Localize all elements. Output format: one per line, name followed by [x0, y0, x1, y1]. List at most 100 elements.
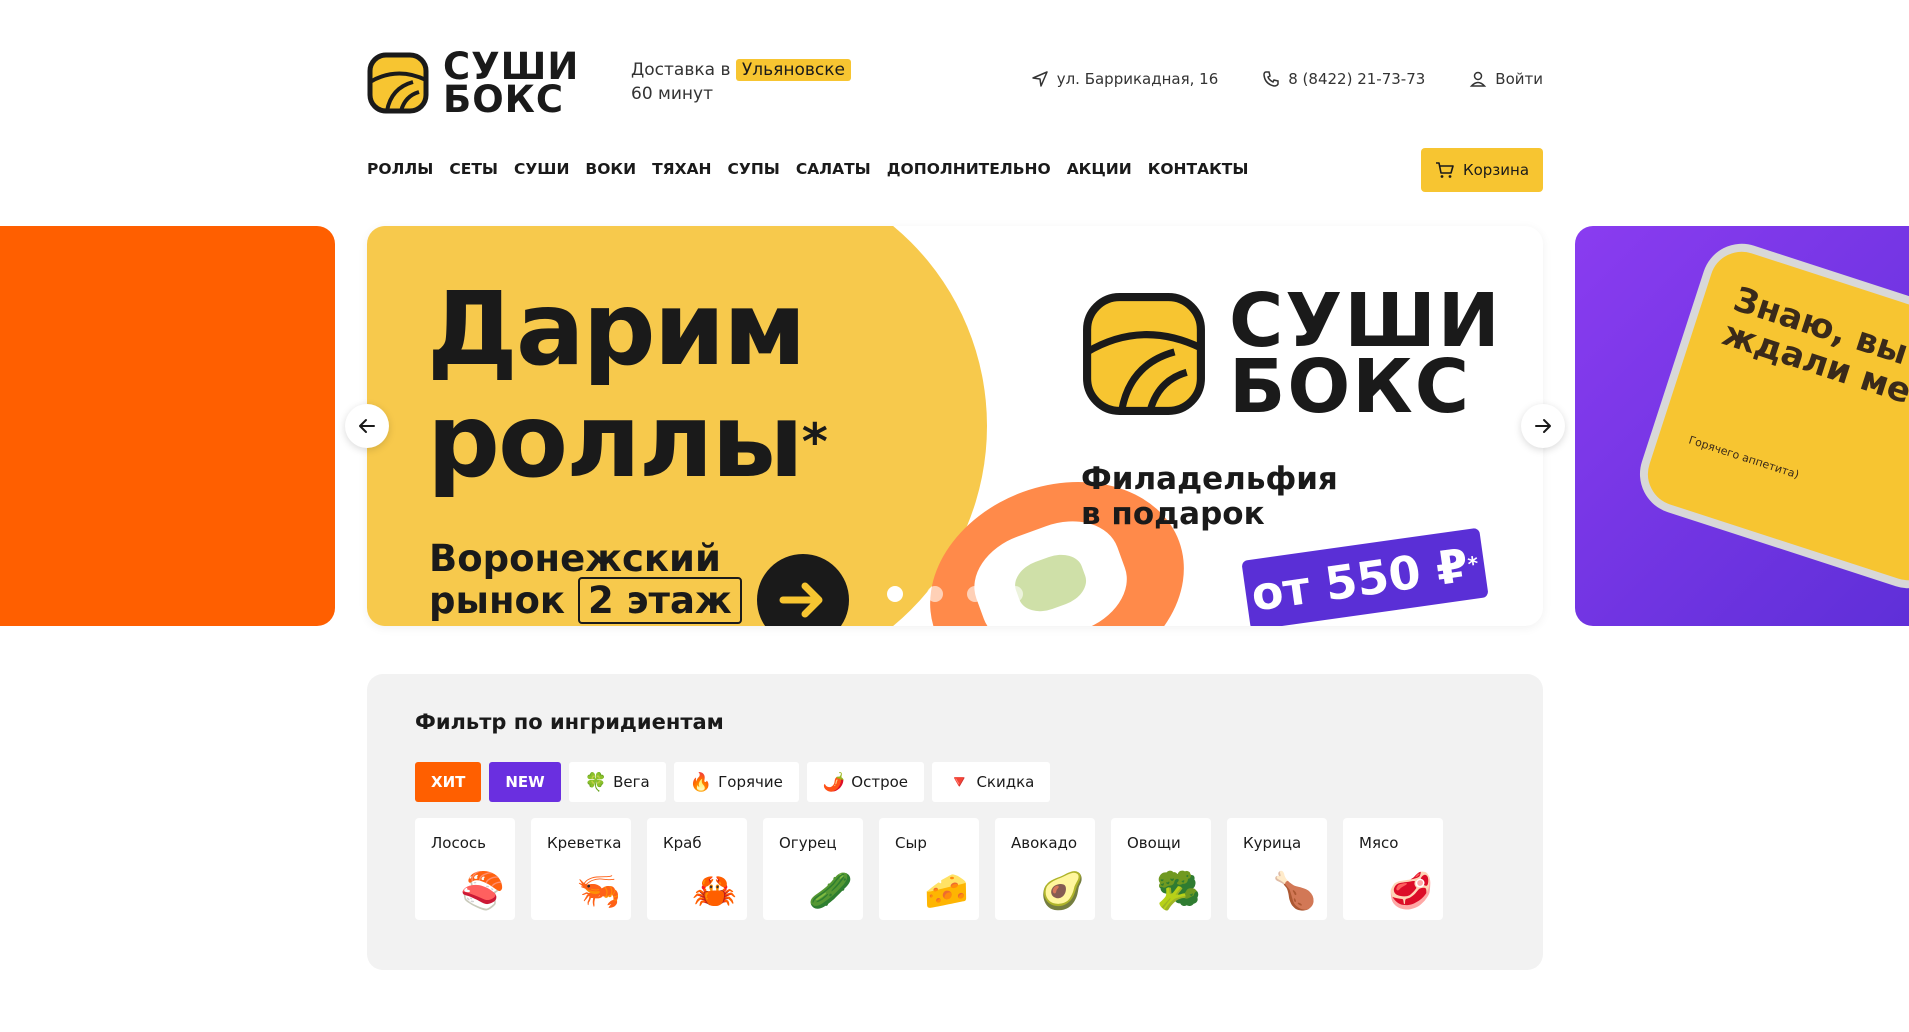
avocado-icon: 🥑	[1040, 871, 1085, 912]
gift-line-1: Филадельфия	[1081, 461, 1338, 497]
ingredient-label: Сыр	[895, 834, 927, 852]
cart-button[interactable]: Корзина	[1421, 148, 1543, 192]
prev-slide-preview[interactable]	[0, 226, 335, 626]
carousel-dot[interactable]	[927, 586, 943, 602]
ingredient-card-shrimp[interactable]: Креветка 🦐	[531, 818, 631, 920]
tag-label: NEW	[505, 773, 545, 791]
tag-new[interactable]: NEW	[489, 762, 561, 802]
ingredient-card-chicken[interactable]: Курица 🍗	[1227, 818, 1327, 920]
nav-item-sushi[interactable]: СУШИ	[514, 160, 569, 178]
ingredient-label: Огурец	[779, 834, 837, 852]
carousel-dot[interactable]	[887, 586, 903, 602]
ingredient-card-vegetables[interactable]: Овощи 🥦	[1111, 818, 1211, 920]
logo-mark-icon	[1083, 293, 1205, 415]
banner-title-star: *	[801, 413, 828, 471]
nav-item-contacts[interactable]: КОНТАКТЫ	[1148, 160, 1249, 178]
broccoli-icon: 🥦	[1156, 871, 1201, 912]
banner-location-line-1: Воронежский	[429, 537, 721, 580]
ingredient-label: Лосось	[431, 834, 486, 852]
nav-item-salads[interactable]: САЛАТЫ	[796, 160, 871, 178]
price-text: от 550 ₽	[1247, 537, 1472, 622]
address-link[interactable]: ул. Баррикадная, 16	[1031, 70, 1219, 88]
clover-icon: 🍀	[584, 771, 608, 793]
cucumber-icon: 🥒	[808, 871, 853, 912]
banner-brand-logo: СУШИ БОКС	[1081, 284, 1502, 430]
city-selector[interactable]: Ульяновске	[735, 59, 851, 81]
site-logo[interactable]: СУШИ БОКС	[367, 48, 579, 121]
delivery-prefix: Доставка в	[631, 60, 731, 80]
phone-icon	[1263, 71, 1279, 87]
shrimp-icon: 🦐	[576, 871, 621, 912]
tag-label: ХИТ	[431, 773, 466, 791]
chili-icon: 🌶️	[822, 771, 846, 793]
carousel-dots	[887, 586, 1023, 602]
ingredient-card-salmon[interactable]: Лосось 🍣	[415, 818, 515, 920]
carousel-prev-button[interactable]	[345, 404, 389, 448]
meat-icon: 🥩	[1388, 871, 1433, 912]
nav-item-tyahan[interactable]: ТЯХАН	[652, 160, 711, 178]
nav-item-woks[interactable]: ВОКИ	[585, 160, 636, 178]
login-button[interactable]: Войти	[1469, 70, 1543, 88]
salmon-icon: 🍣	[460, 871, 505, 912]
cheese-icon: 🧀	[924, 871, 969, 912]
ingredient-card-cucumber[interactable]: Огурец 🥒	[763, 818, 863, 920]
nav-item-extra[interactable]: ДОПОЛНИТЕЛЬНО	[887, 160, 1051, 178]
tray-small-text: Горячего аппетита)	[1687, 433, 1801, 482]
address-text: ул. Баррикадная, 16	[1056, 70, 1219, 88]
ingredient-card-meat[interactable]: Мясо 🥩	[1343, 818, 1443, 920]
banner-title: Дарим роллы*	[427, 270, 828, 501]
tag-label: Горячие	[718, 773, 783, 791]
arrow-left-icon	[359, 419, 375, 433]
tag-label: Скидка	[976, 773, 1035, 791]
ingredient-card-cheese[interactable]: Сыр 🧀	[879, 818, 979, 920]
tag-discount[interactable]: 🔻 Скидка	[932, 762, 1051, 802]
ingredient-label: Креветка	[547, 834, 622, 852]
delivery-info: Доставка в Ульяновске 60 минут	[631, 58, 851, 106]
arrow-right-icon	[779, 582, 823, 618]
carousel-dot[interactable]	[1007, 586, 1023, 602]
filter-tags: ХИТ NEW 🍀 Вега 🔥 Горячие 🌶️ Острое 🔻 Скидка	[415, 762, 1051, 802]
phone-link[interactable]: 8 (8422) 21-73-73	[1262, 70, 1425, 88]
ingredient-label: Краб	[663, 834, 702, 852]
ingredient-label: Мясо	[1359, 834, 1399, 852]
tag-spicy[interactable]: 🌶️ Острое	[806, 762, 925, 802]
nav-item-soups[interactable]: СУПЫ	[728, 160, 780, 178]
tag-vega[interactable]: 🍀 Вега	[568, 762, 666, 802]
nav-item-promo[interactable]: АКЦИИ	[1067, 160, 1132, 178]
ingredient-card-crab[interactable]: Краб 🦀	[647, 818, 747, 920]
crab-icon: 🦀	[692, 871, 737, 912]
cart-icon	[1435, 162, 1454, 178]
tag-hit[interactable]: ХИТ	[415, 762, 482, 802]
tag-hot[interactable]: 🔥 Горячие	[673, 762, 799, 802]
logo-line-2: БОКС	[443, 78, 565, 121]
filter-title: Фильтр по ингридиентам	[415, 710, 724, 734]
login-label: Войти	[1495, 70, 1543, 88]
ingredient-label: Курица	[1243, 834, 1302, 852]
chicken-icon: 🍗	[1272, 871, 1317, 912]
phone-text: 8 (8422) 21-73-73	[1288, 70, 1426, 88]
user-icon	[1470, 71, 1487, 87]
header-contacts: ул. Баррикадная, 16 8 (8422) 21-73-73 Во…	[1031, 70, 1543, 88]
main-banner-slide[interactable]: Дарим роллы* Воронежский рынок 2 этаж СУ…	[367, 226, 1543, 626]
delivery-time: 60 минут	[631, 84, 713, 104]
ingredient-list: Лосось 🍣 Креветка 🦐 Краб 🦀 Огурец 🥒 Сыр …	[415, 818, 1443, 920]
cart-label: Корзина	[1462, 161, 1530, 179]
site-header: СУШИ БОКС Доставка в Ульяновске 60 минут…	[367, 48, 1543, 118]
tag-label: Острое	[851, 773, 909, 791]
main-nav: РОЛЛЫ СЕТЫ СУШИ ВОКИ ТЯХАН СУПЫ САЛАТЫ Д…	[367, 160, 1248, 178]
tray-text: Знаю, вы ждали меня	[1717, 279, 1909, 427]
discount-icon: 🔻	[948, 771, 971, 793]
nav-item-rolls[interactable]: РОЛЛЫ	[367, 160, 433, 178]
banner-brand-line-2: БОКС	[1229, 344, 1472, 430]
carousel-next-button[interactable]	[1521, 404, 1565, 448]
banner-title-line-1: Дарим	[427, 270, 807, 389]
banner-title-line-2: роллы	[427, 382, 804, 501]
next-slide-preview[interactable]: Знаю, вы ждали меня Горячего аппетита)	[1575, 226, 1909, 626]
location-arrow-icon	[1031, 71, 1048, 87]
ingredient-card-avocado[interactable]: Авокадо 🥑	[995, 818, 1095, 920]
carousel-dot[interactable]	[967, 586, 983, 602]
ingredient-label: Авокадо	[1011, 834, 1078, 852]
tag-label: Вега	[613, 773, 650, 791]
nav-item-sets[interactable]: СЕТЫ	[449, 160, 498, 178]
floor-badge: 2 этаж	[577, 577, 742, 624]
